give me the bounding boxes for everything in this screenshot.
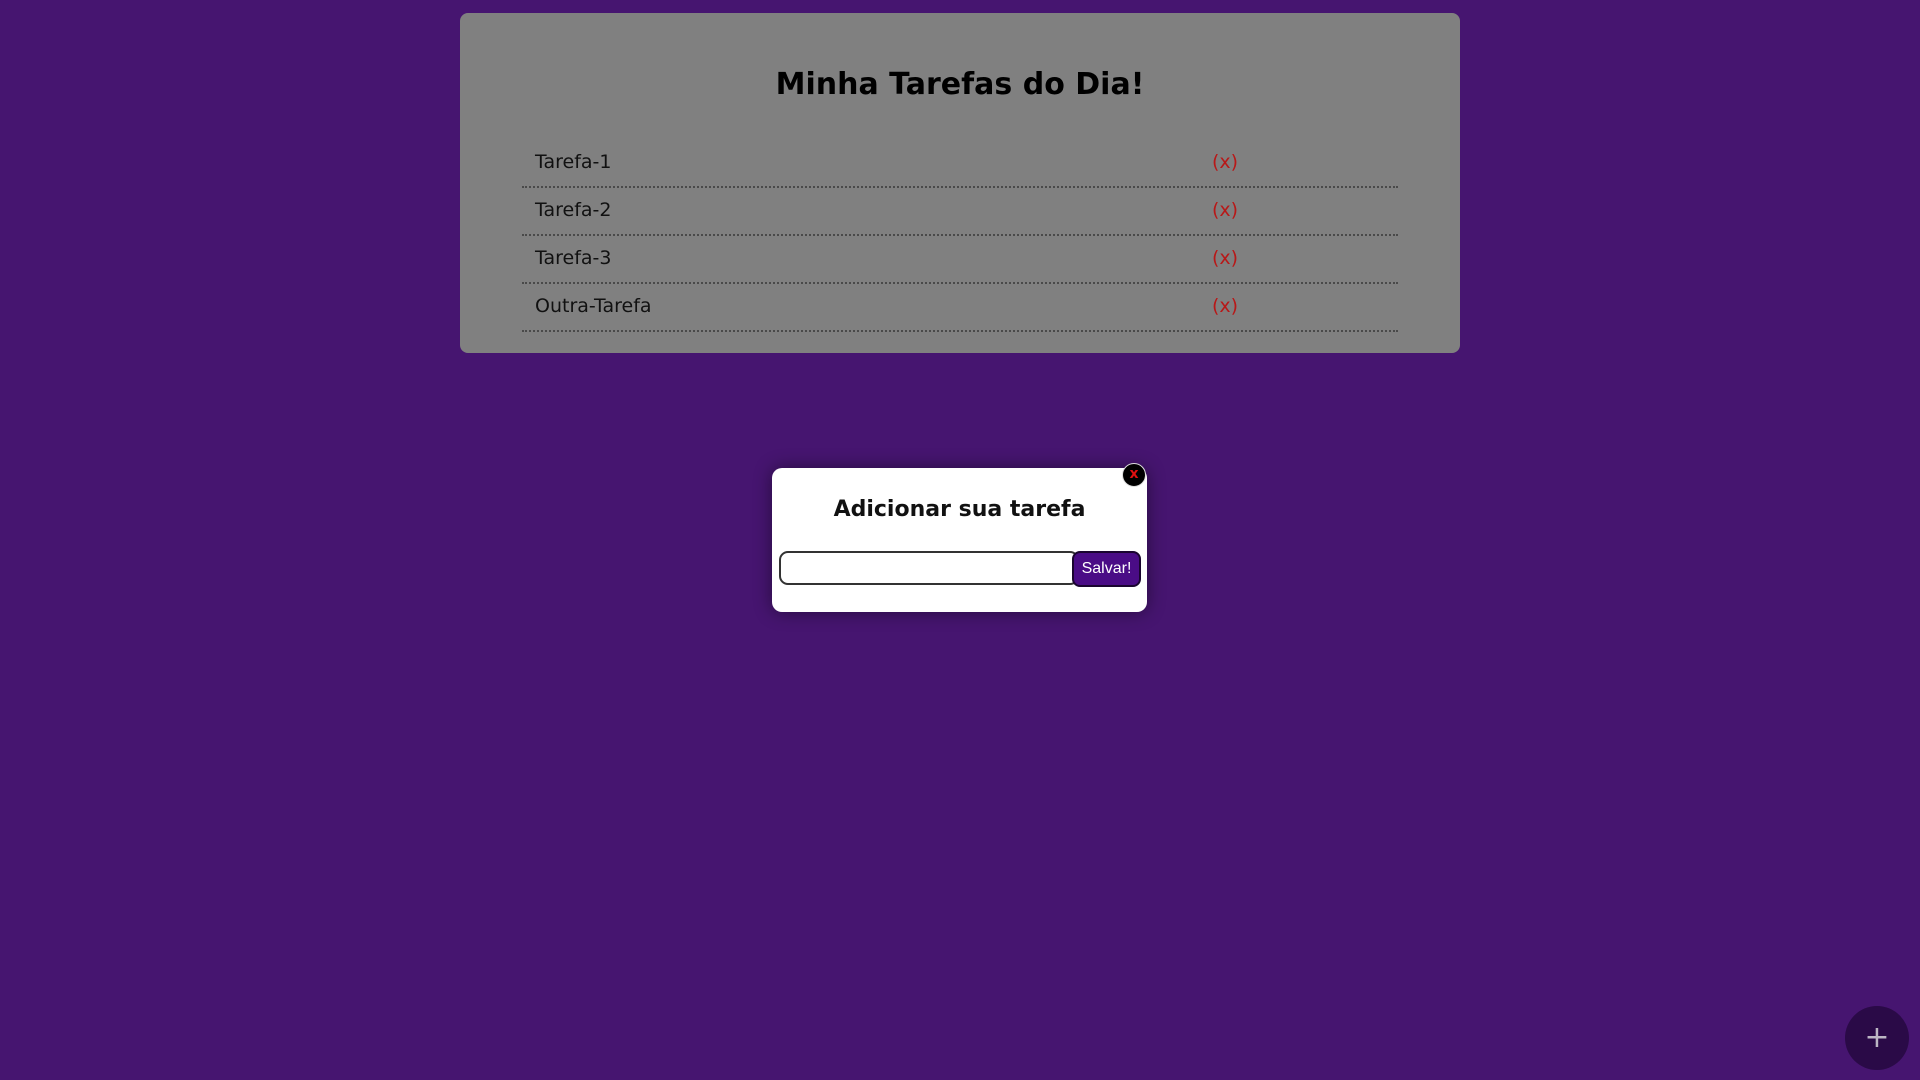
page-title: Minha Tarefas do Dia! <box>775 67 1145 102</box>
task-input[interactable] <box>779 551 1079 585</box>
remove-task-button[interactable]: (x) <box>1212 150 1238 174</box>
page: Minha Tarefas do Dia! Tarefa-1 (x) Taref… <box>0 0 1920 1080</box>
close-modal-button[interactable]: x <box>1122 463 1146 487</box>
list-item: Tarefa-3 (x) <box>522 236 1398 284</box>
task-list-card: Minha Tarefas do Dia! Tarefa-1 (x) Taref… <box>460 13 1460 353</box>
add-task-fab[interactable]: + <box>1845 1006 1909 1070</box>
remove-task-button[interactable]: (x) <box>1212 246 1238 270</box>
list-item: Outra-Tarefa (x) <box>522 284 1398 332</box>
plus-icon: + <box>1864 1020 1890 1055</box>
modal-title: Adicionar sua tarefa <box>833 497 1086 522</box>
list-item: Tarefa-2 (x) <box>522 188 1398 236</box>
task-label: Tarefa-1 <box>535 151 612 173</box>
list-item: Tarefa-1 (x) <box>522 140 1398 188</box>
remove-task-button[interactable]: (x) <box>1212 198 1238 222</box>
add-task-modal: x Adicionar sua tarefa Salvar! <box>772 463 1147 612</box>
task-label: Outra-Tarefa <box>535 295 652 317</box>
remove-task-button[interactable]: (x) <box>1212 294 1238 318</box>
save-button[interactable]: Salvar! <box>1072 551 1141 587</box>
task-list: Tarefa-1 (x) Tarefa-2 (x) Tarefa-3 (x) O… <box>522 140 1398 332</box>
task-label: Tarefa-3 <box>535 247 612 269</box>
task-label: Tarefa-2 <box>535 199 612 221</box>
